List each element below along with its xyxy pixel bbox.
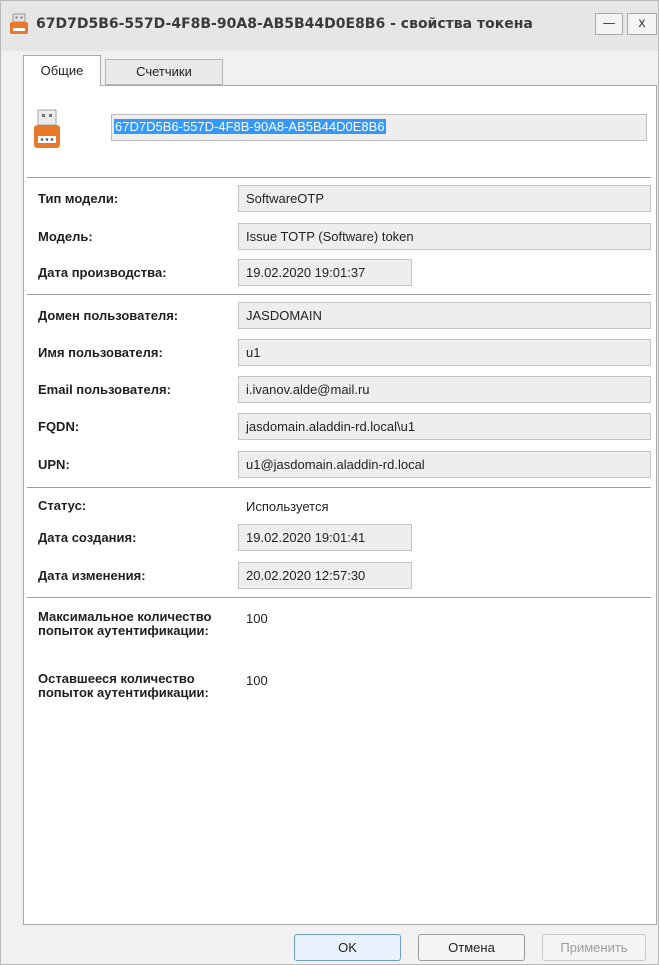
status-label: Статус: [38,498,87,513]
apply-button: Применить [542,934,646,961]
model-label: Модель: [38,229,93,244]
fqdn-field[interactable]: jasdomain.aladdin-rd.local\u1 [238,413,651,440]
separator [27,177,651,178]
serial-selected-text[interactable]: 67D7D5B6-557D-4F8B-90A8-AB5B44D0E8B6 [114,119,386,134]
separator [27,294,651,295]
max-attempts-value: 100 [246,611,268,626]
user-domain-label: Домен пользователя: [38,308,179,323]
modified-date-label: Дата изменения: [38,568,146,583]
model-field[interactable]: Issue TOTP (Software) token [238,223,651,250]
upn-label: UPN: [38,457,70,472]
model-type-label: Тип модели: [38,191,119,206]
cancel-button[interactable]: Отмена [418,934,525,961]
model-type-field[interactable]: SoftwareOTP [238,185,651,212]
close-button[interactable]: x [627,13,657,35]
tab-counters[interactable]: Счетчики [105,59,223,85]
created-date-field[interactable]: 19.02.2020 19:01:41 [238,524,412,551]
token-properties-window: 67D7D5B6-557D-4F8B-90A8-AB5B44D0E8B6 - с… [0,0,659,965]
window-title: 67D7D5B6-557D-4F8B-90A8-AB5B44D0E8B6 - с… [36,16,533,32]
user-name-field[interactable]: u1 [238,339,651,366]
separator [27,487,651,488]
title-bar[interactable]: 67D7D5B6-557D-4F8B-90A8-AB5B44D0E8B6 - с… [1,1,658,51]
upn-field[interactable]: u1@jasdomain.aladdin-rd.local [238,451,651,478]
max-attempts-label: Максимальное количество попыток аутентиф… [38,609,212,638]
production-date-label: Дата производства: [38,265,167,280]
usb-token-icon [10,13,28,34]
created-date-label: Дата создания: [38,530,137,545]
serial-field[interactable]: 67D7D5B6-557D-4F8B-90A8-AB5B44D0E8B6 [111,114,647,141]
modified-date-field[interactable]: 20.02.2020 12:57:30 [238,562,412,589]
separator [27,597,651,598]
fqdn-label: FQDN: [38,419,80,434]
minimize-button[interactable]: — [595,13,623,35]
production-date-field[interactable]: 19.02.2020 19:01:37 [238,259,412,286]
user-name-label: Имя пользователя: [38,345,163,360]
tab-general[interactable]: Общие [23,55,101,86]
user-domain-field[interactable]: JASDOMAIN [238,302,651,329]
remaining-attempts-label: Оставшееся количество попыток аутентифик… [38,671,209,700]
usb-token-icon [34,109,60,148]
remaining-attempts-value: 100 [246,673,268,688]
ok-button[interactable]: OK [294,934,401,961]
user-email-label: Email пользователя: [38,382,171,397]
user-email-field[interactable]: i.ivanov.alde@mail.ru [238,376,651,403]
status-value: Используется [246,499,329,514]
